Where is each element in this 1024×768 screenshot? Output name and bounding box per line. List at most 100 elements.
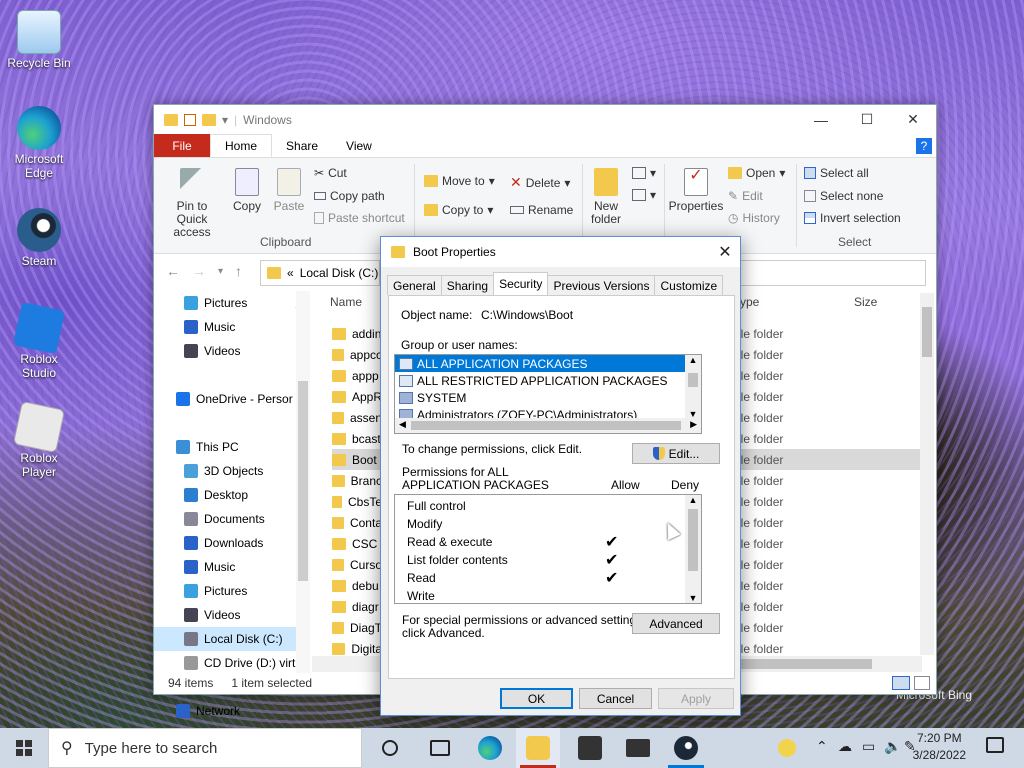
edge-taskbar-icon[interactable]: [478, 736, 502, 760]
invert-selection-button[interactable]: Invert selection: [804, 211, 901, 225]
tab-file[interactable]: File: [154, 134, 210, 157]
file-row[interactable]: CSC: [332, 533, 382, 554]
search-input[interactable]: [740, 260, 926, 286]
nav-item[interactable]: Music: [154, 555, 310, 579]
move-to-button[interactable]: Move to ▾: [424, 174, 495, 188]
nav-item[interactable]: Network: [154, 699, 310, 723]
edit-permissions-button[interactable]: Edit...: [632, 443, 720, 464]
tab-share[interactable]: Share: [272, 134, 332, 157]
details-view-icon[interactable]: [892, 676, 910, 690]
back-arrow-icon[interactable]: ←: [166, 263, 180, 279]
steam-taskbar-button[interactable]: [664, 728, 708, 768]
file-row[interactable]: assen: [332, 407, 382, 428]
tab-customize[interactable]: Customize: [654, 275, 724, 295]
copy-path-button[interactable]: Copy path: [314, 189, 385, 203]
file-row[interactable]: CbsTe: [332, 491, 382, 512]
file-row[interactable]: appcc: [332, 344, 382, 365]
permissions-list[interactable]: ▲ ▼ Full control Modify Read & execute ✔ Lis…: [394, 494, 702, 604]
desktop-icon-roblox-studio[interactable]: Roblox Studio: [2, 301, 76, 380]
large-icons-view-icon[interactable]: [914, 676, 930, 690]
group-user-list[interactable]: ALL APPLICATION PACKAGES ALL RESTRICTED A…: [394, 354, 702, 434]
file-row[interactable]: addin: [332, 323, 382, 344]
group-row[interactable]: ALL RESTRICTED APPLICATION PACKAGES: [395, 372, 691, 389]
easy-access-button[interactable]: ▾: [632, 188, 656, 202]
nav-item[interactable]: Downloads: [154, 531, 310, 555]
select-none-button[interactable]: Select none: [804, 189, 883, 203]
advanced-button[interactable]: Advanced: [632, 613, 720, 634]
ok-button[interactable]: OK: [500, 688, 573, 709]
clock[interactable]: 7:20 PM 3/28/2022: [913, 730, 966, 764]
select-all-button[interactable]: Select all: [804, 166, 869, 180]
chevron-up-icon[interactable]: ⌃: [816, 738, 828, 755]
maximize-button[interactable]: ☐: [844, 105, 890, 134]
file-row[interactable]: appp: [332, 365, 382, 386]
apply-button[interactable]: Apply: [658, 688, 734, 709]
column-header-name[interactable]: Name: [330, 295, 362, 309]
minimize-button[interactable]: —: [798, 105, 844, 134]
copy-button[interactable]: Copy: [230, 168, 264, 213]
tab-previous-versions[interactable]: Previous Versions: [547, 275, 656, 295]
nav-item[interactable]: 3D Objects: [154, 459, 310, 483]
group-row[interactable]: ALL APPLICATION PACKAGES: [395, 355, 691, 372]
desktop-icon-edge[interactable]: Microsoft Edge: [2, 106, 76, 180]
nav-item[interactable]: Pictures📌: [154, 291, 310, 315]
store-icon[interactable]: [578, 736, 602, 760]
notifications-icon[interactable]: [986, 737, 1004, 753]
rename-button[interactable]: Rename: [510, 203, 573, 217]
tab-view[interactable]: View: [332, 134, 386, 157]
address-bar[interactable]: « Local Disk (C:): [260, 260, 380, 286]
cortana-icon[interactable]: [382, 740, 398, 756]
column-header-type[interactable]: ype: [740, 295, 759, 309]
file-row[interactable]: debu: [332, 575, 382, 596]
delete-button[interactable]: ✕ Delete ▾: [510, 174, 570, 191]
nav-item[interactable]: Documents: [154, 507, 310, 531]
file-explorer-taskbar-button[interactable]: [516, 728, 560, 768]
desktop-icon-recycle-bin[interactable]: Recycle Bin: [2, 10, 76, 70]
cut-button[interactable]: ✂ Cut: [314, 166, 347, 180]
task-view-icon[interactable]: [430, 740, 450, 756]
new-folder-qa-icon[interactable]: [202, 113, 216, 126]
file-row[interactable]: AppR: [332, 386, 382, 407]
group-list-hscrollbar[interactable]: ◀ ▶: [395, 418, 701, 433]
history-button[interactable]: ◷ History: [728, 211, 780, 225]
edit-ribbon-button[interactable]: ✎ Edit: [728, 189, 763, 203]
dialog-close-button[interactable]: ✕: [710, 242, 740, 262]
weather-icon[interactable]: [778, 739, 796, 757]
file-row[interactable]: Boot: [332, 449, 382, 470]
nav-scrollbar[interactable]: [296, 291, 310, 673]
forward-arrow-icon[interactable]: →: [192, 263, 206, 279]
qa-dropdown-icon[interactable]: ▾: [222, 113, 228, 127]
file-row[interactable]: Curso: [332, 554, 382, 575]
desktop-icon-steam[interactable]: Steam: [2, 208, 76, 268]
mail-icon[interactable]: [626, 739, 650, 757]
paste-shortcut-button[interactable]: Paste shortcut: [314, 211, 405, 225]
copy-to-button[interactable]: Copy to ▾: [424, 203, 493, 217]
nav-item[interactable]: Videos: [154, 603, 310, 627]
open-button[interactable]: Open ▾: [728, 166, 785, 180]
permissions-scrollbar[interactable]: ▲ ▼: [685, 495, 701, 603]
nav-item[interactable]: Music: [154, 315, 310, 339]
desktop-icon-roblox-player[interactable]: Roblox Player: [2, 400, 76, 479]
start-button[interactable]: [16, 740, 32, 756]
new-folder-button[interactable]: New folder: [586, 168, 626, 226]
file-list-scrollbar[interactable]: [920, 293, 934, 655]
taskbar-search[interactable]: ⚲ Type here to search: [48, 728, 362, 768]
nav-item[interactable]: OneDrive - Persor: [154, 387, 310, 411]
close-button[interactable]: ✕: [890, 105, 936, 134]
group-list-scrollbar[interactable]: ▲ ▼: [685, 355, 701, 419]
file-row[interactable]: bcast: [332, 428, 382, 449]
tab-general[interactable]: General: [387, 275, 442, 295]
nav-item[interactable]: This PC: [154, 435, 310, 459]
nav-item[interactable]: Local Disk (C:): [154, 627, 310, 651]
up-arrow-icon[interactable]: ↑: [235, 263, 242, 279]
column-header-size[interactable]: Size: [854, 295, 877, 309]
file-row[interactable]: Conta: [332, 512, 382, 533]
nav-item[interactable]: CD Drive (D:) virt: [154, 651, 310, 675]
nav-item[interactable]: Desktop: [154, 483, 310, 507]
cloud-icon[interactable]: ☁: [838, 738, 852, 755]
file-row[interactable]: Branc: [332, 470, 382, 491]
paste-button[interactable]: Paste: [272, 168, 306, 213]
pin-quick-access-button[interactable]: Pin to Quick access: [160, 168, 224, 239]
network-tray-icon[interactable]: ▭: [862, 738, 875, 755]
cancel-button[interactable]: Cancel: [579, 688, 652, 709]
